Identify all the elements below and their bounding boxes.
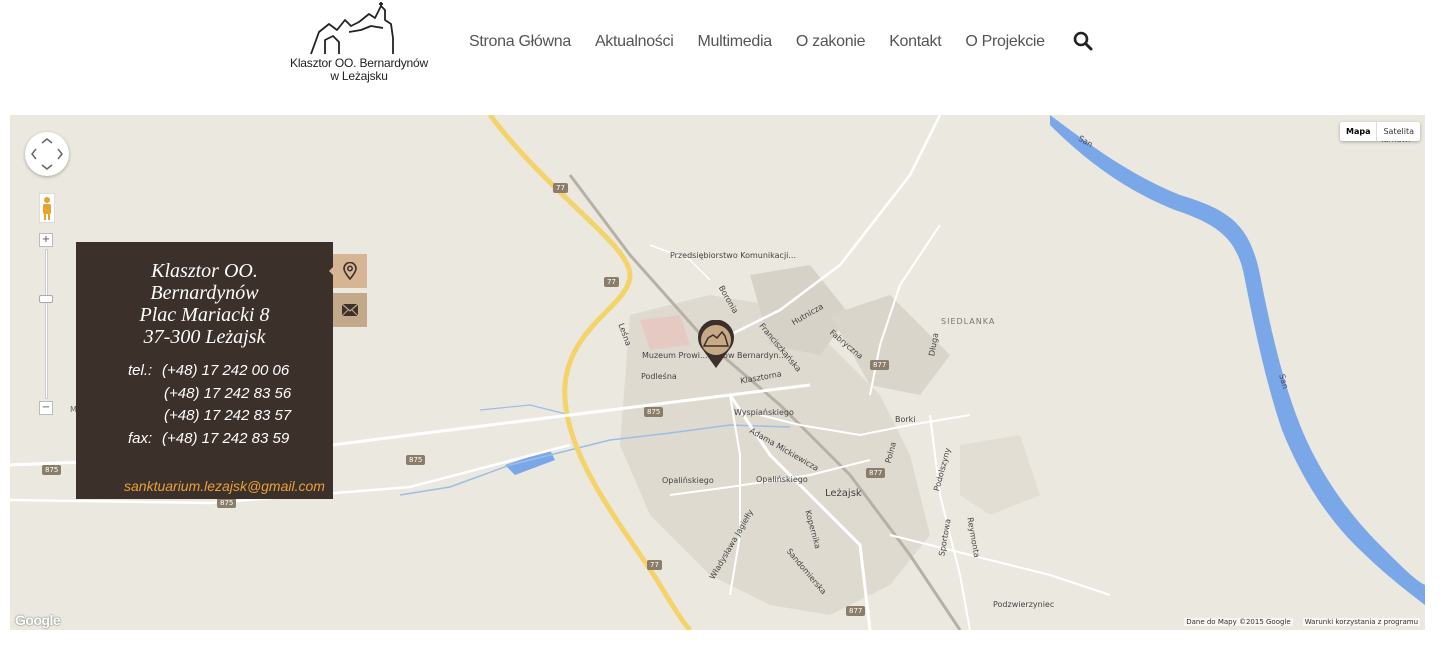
- card-city: 37-300 Leżajsk: [143, 326, 266, 348]
- zoom-track[interactable]: [45, 249, 48, 399]
- road-shield-77: 77: [647, 560, 662, 570]
- phone-2: (+48) 17 242 83 56: [164, 384, 292, 402]
- zoom-out-button[interactable]: −: [39, 401, 53, 415]
- logo-text: Klasztor OO. Bernardynów w Leżajsku: [285, 57, 433, 83]
- location-pin-icon: [343, 262, 357, 280]
- road-shield-875: 875: [644, 407, 664, 417]
- map-credits: Dane do Mapy ©2015 Google Warunki korzys…: [1174, 618, 1420, 626]
- road-shield-875: 875: [42, 465, 62, 475]
- location-tab[interactable]: [333, 254, 367, 288]
- pan-control[interactable]: [25, 132, 69, 176]
- zoom-in-button[interactable]: +: [39, 233, 53, 247]
- label-borki: Borki: [895, 415, 916, 424]
- map-type-map-button[interactable]: Mapa: [1340, 122, 1378, 141]
- road-shield-877: 877: [870, 360, 890, 370]
- label-podlesna: Podleśna: [641, 372, 677, 381]
- contact-info-card: Klasztor OO. Bernardynów Plac Mariacki 8…: [76, 242, 333, 499]
- logo-line-2: w Leżajsku: [330, 69, 388, 83]
- fax-number: (+48) 17 242 83 59: [162, 429, 290, 447]
- phone-1: (+48) 17 242 00 06: [162, 362, 290, 379]
- road-shield-877: 877: [866, 468, 886, 478]
- card-address: Klasztor OO. Bernardynów Plac Mariacki 8…: [76, 260, 333, 348]
- nav-aktualnosci[interactable]: Aktualności: [595, 33, 674, 51]
- card-street: Plac Mariacki 8: [139, 304, 270, 326]
- phone-3: (+48) 17 242 83 57: [164, 407, 292, 424]
- road-shield-77: 77: [553, 183, 568, 193]
- nav-strona-glowna[interactable]: Strona Główna: [469, 33, 571, 51]
- card-name-line-1: Klasztor OO.: [151, 260, 258, 282]
- map-type-control: Mapa Satelita: [1339, 122, 1420, 141]
- nav-multimedia[interactable]: Multimedia: [697, 33, 772, 51]
- map-data-credit[interactable]: Dane do Mapy ©2015 Google: [1184, 618, 1293, 626]
- label-lezajsk: Leżajsk: [825, 488, 862, 499]
- label-przedsiebiorstwo: Przedsiębiorstwo Komunikacji...: [670, 251, 797, 260]
- label-siedlanka: SIEDLANKA: [941, 317, 996, 326]
- search-icon[interactable]: [1073, 31, 1095, 53]
- road-shield-77: 77: [604, 277, 619, 287]
- nav-kontakt[interactable]: Kontakt: [889, 33, 941, 51]
- location-marker-icon[interactable]: [695, 320, 737, 370]
- site-logo[interactable]: Klasztor OO. Bernardynów w Leżajsku: [285, 2, 433, 88]
- site-header: Klasztor OO. Bernardynów w Leżajsku Stro…: [0, 0, 1442, 110]
- nav-o-zakonie[interactable]: O zakonie: [796, 33, 866, 51]
- main-nav: Strona Główna Aktualności Multimedia O z…: [469, 31, 1095, 53]
- label-podzwierzyniec: Podzwierzyniec: [993, 600, 1055, 609]
- zoom-control: + −: [39, 233, 55, 418]
- label-opalinskiego-2: Opalińskiego: [756, 475, 808, 484]
- fax-label: fax:: [128, 429, 153, 447]
- tel-label: tel.:: [128, 362, 153, 379]
- card-name-line-2: Bernardynów: [150, 282, 259, 304]
- card-phones: tel.: (+48) 17 242 00 06 (+48) 17 242 83 …: [128, 360, 291, 450]
- map-type-satellite-button[interactable]: Satelita: [1377, 122, 1420, 141]
- email-link[interactable]: sanktuarium.lezajsk@gmail.com: [124, 478, 325, 494]
- zoom-thumb[interactable]: [39, 295, 53, 303]
- pegman-icon[interactable]: [39, 193, 55, 223]
- monastery-logo-icon: [310, 2, 394, 55]
- road-shield-875: 875: [406, 455, 426, 465]
- google-logo[interactable]: Google: [15, 612, 61, 628]
- google-map[interactable]: Przedsiębiorstwo Komunikacji... Muzeum P…: [10, 115, 1425, 630]
- envelope-icon: [341, 303, 359, 317]
- email-tab[interactable]: [333, 293, 367, 327]
- map-terms-link[interactable]: Warunki korzystania z programu: [1302, 618, 1420, 626]
- label-wyspianskiego: Wyspiańskiego: [734, 408, 794, 417]
- road-shield-875: 875: [217, 498, 237, 508]
- nav-o-projekcie[interactable]: O Projekcie: [965, 33, 1045, 51]
- road-shield-877: 877: [846, 606, 866, 616]
- label-opalinskiego-1: Opalińskiego: [662, 476, 714, 485]
